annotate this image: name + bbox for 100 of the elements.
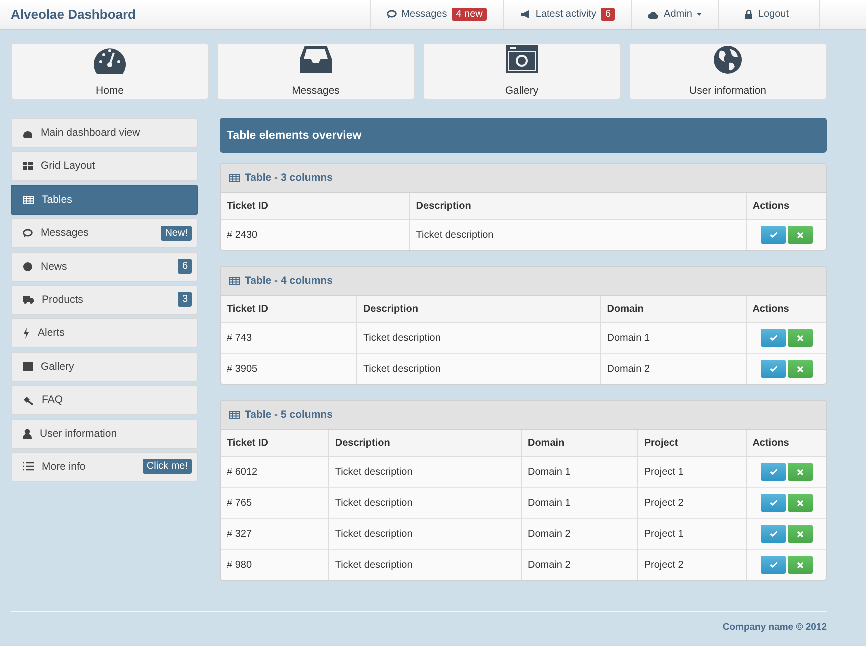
column-header: Actions (746, 296, 826, 322)
table-cell: Ticket description (328, 518, 522, 550)
nav-link[interactable]: Logout (718, 0, 820, 29)
camera-icon (506, 45, 538, 73)
table-cell: # 6012 (221, 456, 329, 488)
sidebar-item[interactable]: Alerts (11, 318, 198, 348)
table-icon (229, 174, 240, 182)
nav-link[interactable]: Latest activity 6 (502, 0, 632, 29)
table-cell: Project 1 (638, 456, 746, 488)
delete-button[interactable] (788, 226, 814, 244)
confirm-button[interactable] (761, 556, 786, 574)
gavel-icon (23, 396, 34, 405)
chat-icon (386, 10, 397, 19)
sidebar-item[interactable]: Main dashboard view (11, 118, 198, 148)
check-icon (770, 335, 778, 341)
brand-title[interactable]: Alveolae Dashboard (0, 7, 136, 22)
sidebar-badge: 3 (178, 292, 192, 308)
check-icon (770, 500, 778, 506)
delete-button[interactable] (788, 556, 814, 574)
shortcut-tile[interactable]: User information (629, 43, 827, 100)
table-cell: Domain 2 (521, 550, 638, 580)
table-icon (229, 411, 240, 419)
table-cell: Project 1 (638, 518, 746, 550)
column-header: Description (356, 296, 601, 322)
close-icon (797, 530, 804, 538)
delete-button[interactable] (788, 525, 814, 543)
table-cell: Domain 2 (521, 518, 638, 550)
delete-button[interactable] (788, 463, 814, 481)
column-header: Ticket ID (221, 430, 329, 456)
sidebar-item[interactable]: News 6 (11, 252, 198, 282)
close-icon (797, 334, 804, 342)
bolt-icon (23, 328, 30, 339)
table-cell: Ticket description (356, 322, 601, 354)
table-cell: Domain 2 (600, 354, 746, 384)
sidebar-item[interactable]: More info Click me! (11, 452, 198, 482)
user-icon (23, 428, 32, 439)
inbox-icon (300, 45, 332, 73)
column-header: Domain (600, 296, 746, 322)
table-cell: Domain 1 (600, 322, 746, 354)
check-icon (770, 366, 778, 372)
truck-icon (23, 296, 34, 304)
column-header: Project (638, 430, 746, 456)
sidebar-badge: Click me! (142, 459, 192, 474)
close-icon (797, 562, 804, 568)
lock-icon (745, 10, 754, 19)
table-cell: Domain 1 (521, 488, 638, 518)
confirm-button[interactable] (761, 494, 786, 512)
confirm-button[interactable] (761, 329, 786, 347)
table-cell: Ticket description (356, 354, 601, 384)
panel-title: Table - 5 columns (245, 409, 333, 421)
list-icon (23, 462, 34, 472)
table-cell: Project 2 (638, 550, 746, 580)
sidebar-item[interactable]: Grid Layout (11, 151, 198, 182)
table-cell: Ticket description (328, 550, 522, 580)
column-header: Description (328, 430, 522, 456)
page-title: Table elements overview (220, 118, 827, 153)
table-cell: # 3905 (221, 354, 357, 384)
check-icon (770, 531, 778, 537)
close-icon (797, 468, 804, 476)
megaphone-icon (520, 10, 531, 19)
sidebar-item[interactable]: Messages New! (11, 218, 198, 248)
table-cell: Domain 1 (521, 456, 638, 488)
sidebar-item[interactable]: FAQ (11, 385, 198, 416)
footer-text: Company name © 2012 (722, 622, 827, 633)
shortcut-tile[interactable]: Gallery (423, 43, 621, 100)
confirm-button[interactable] (761, 525, 786, 543)
close-icon (797, 232, 804, 238)
cloud-icon (648, 10, 660, 18)
column-header: Description (410, 193, 746, 220)
confirm-button[interactable] (761, 463, 786, 481)
chat-icon (23, 228, 33, 238)
delete-button[interactable] (788, 329, 814, 347)
delete-button[interactable] (788, 494, 814, 512)
table-cell: # 980 (221, 550, 329, 580)
sidebar-badge: New! (161, 226, 192, 241)
confirm-button[interactable] (761, 226, 786, 244)
table-cell: # 2430 (221, 220, 410, 250)
check-icon (770, 469, 778, 475)
sidebar-item[interactable]: Products 3 (11, 284, 198, 315)
column-header: Actions (746, 430, 826, 456)
shortcut-tile[interactable]: Home (11, 43, 209, 100)
sidebar-item[interactable]: User information (11, 418, 198, 449)
table-cell: Ticket description (328, 488, 522, 518)
shortcut-tile[interactable]: Messages (217, 43, 415, 100)
sidebar-item[interactable]: Gallery (11, 352, 198, 382)
panel-title: Table - 4 columns (245, 275, 333, 287)
panel-title: Table - 3 columns (245, 172, 333, 184)
column-header: Ticket ID (221, 193, 410, 220)
nav-link[interactable]: Admin (631, 0, 718, 29)
delete-button[interactable] (788, 360, 814, 378)
column-header: Domain (521, 430, 638, 456)
table-cell: Project 2 (638, 488, 746, 518)
nav-link[interactable]: Messages 4 new (370, 0, 503, 29)
table-cell: Ticket description (410, 220, 746, 250)
table-icon (229, 277, 240, 285)
sidebar-item[interactable]: Tables (11, 184, 198, 215)
close-icon (797, 500, 804, 506)
column-header: Ticket ID (221, 296, 357, 322)
grid-icon (23, 162, 33, 170)
confirm-button[interactable] (761, 360, 786, 378)
